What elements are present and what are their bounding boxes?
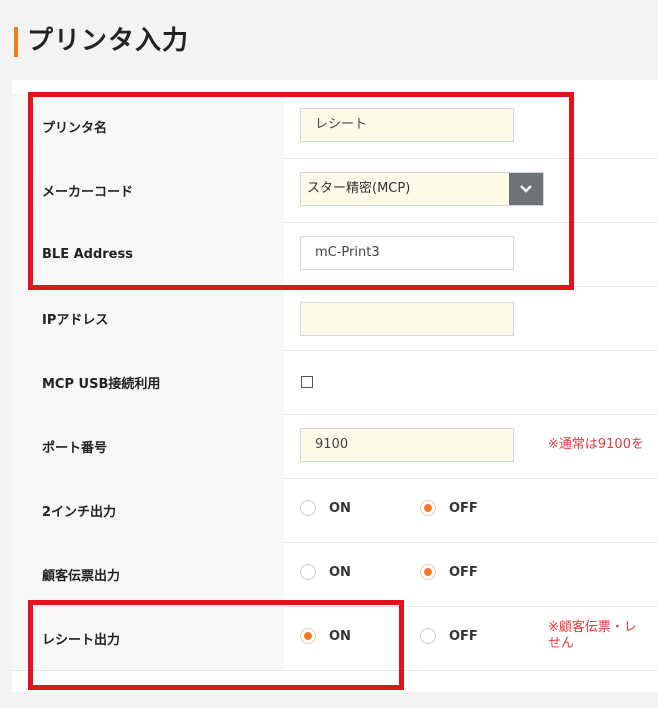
printer-name-input[interactable]: レシート <box>300 108 514 142</box>
maker-code-selected: スター精密(MCP) <box>307 181 411 196</box>
customer-slip-on-radio[interactable] <box>300 564 316 580</box>
customer-slip-on-option[interactable]: ON <box>300 564 351 580</box>
receipt-output-off-radio[interactable] <box>420 628 436 644</box>
maker-code-select[interactable]: スター精密(MCP) <box>300 172 544 206</box>
ip-address-input[interactable] <box>300 302 514 336</box>
port-note: ※通常は9100を <box>548 437 644 452</box>
mcp-usb-checkbox[interactable] <box>301 376 313 388</box>
chevron-down-icon <box>520 185 532 193</box>
row-customer-slip: 顧客伝票出力 ON OFF <box>12 542 658 607</box>
customer-slip-off-radio[interactable] <box>420 564 436 580</box>
title-accent-bar <box>14 27 18 57</box>
receipt-note-line2: せん <box>548 636 575 651</box>
receipt-output-label: レシート出力 <box>42 632 121 648</box>
row-maker-code: メーカーコード スター精密(MCP) <box>12 158 658 223</box>
port-input[interactable]: 9100 <box>300 428 514 462</box>
maker-code-label: メーカーコード <box>42 184 134 200</box>
ble-address-input[interactable]: mC-Print3 <box>300 236 514 270</box>
ble-address-label: BLE Address <box>42 246 133 262</box>
two-inch-off-option[interactable]: OFF <box>420 500 478 516</box>
receipt-output-off-option[interactable]: OFF <box>420 628 478 644</box>
printer-name-label: プリンタ名 <box>42 120 108 136</box>
customer-slip-off-option[interactable]: OFF <box>420 564 478 580</box>
receipt-output-on-radio[interactable] <box>300 628 316 644</box>
customer-slip-label: 顧客伝票出力 <box>42 568 121 584</box>
row-port: ポート番号 9100 ※通常は9100を <box>12 414 658 479</box>
two-inch-off-radio[interactable] <box>420 500 436 516</box>
receipt-note-line1: ※顧客伝票・レ <box>548 620 637 635</box>
two-inch-label: 2インチ出力 <box>42 504 117 520</box>
printer-form: プリンタ名 レシート メーカーコード スター精密(MCP) BLE Addres… <box>12 80 658 692</box>
two-inch-on-option[interactable]: ON <box>300 500 351 516</box>
receipt-output-on-option[interactable]: ON <box>300 628 351 644</box>
row-printer-name: プリンタ名 レシート <box>12 94 658 159</box>
row-two-inch: 2インチ出力 ON OFF <box>12 478 658 543</box>
port-label: ポート番号 <box>42 440 108 456</box>
row-ble-address: BLE Address mC-Print3 <box>12 222 658 287</box>
row-mcp-usb: MCP USB接続利用 <box>12 350 658 415</box>
row-ip-address: IPアドレス <box>12 286 658 351</box>
row-receipt-output: レシート出力 ON OFF ※顧客伝票・レ せん <box>12 606 658 671</box>
dropdown-button[interactable] <box>509 173 543 205</box>
two-inch-on-radio[interactable] <box>300 500 316 516</box>
page-title: プリンタ入力 <box>27 26 190 56</box>
mcp-usb-label: MCP USB接続利用 <box>42 376 161 392</box>
title-bar: プリンタ入力 <box>0 0 658 80</box>
ip-address-label: IPアドレス <box>42 312 109 328</box>
